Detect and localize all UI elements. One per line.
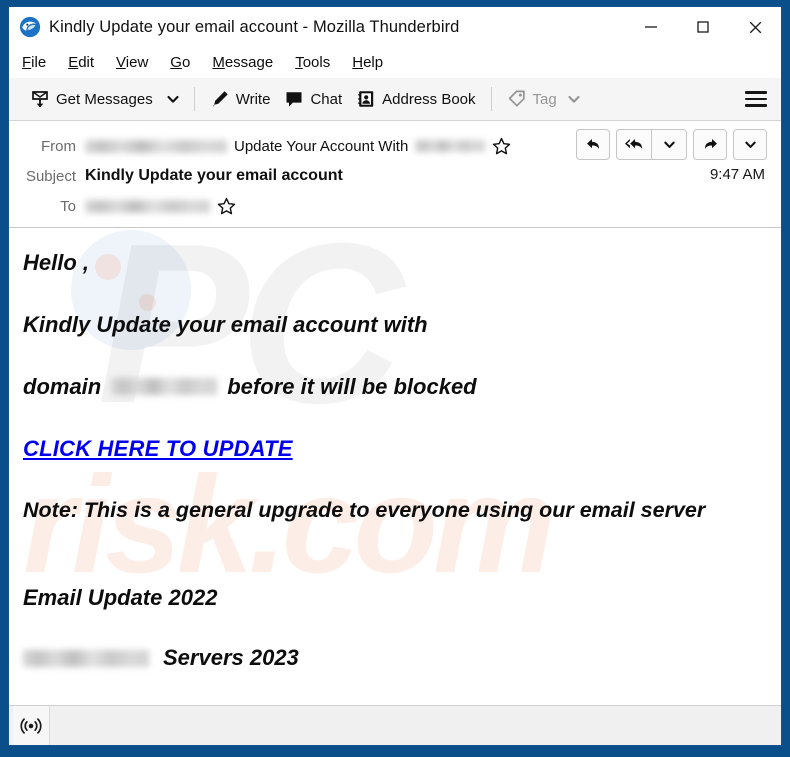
menu-help[interactable]: Help <box>351 52 384 73</box>
message-time: 9:47 AM <box>709 166 765 183</box>
email-content: Hello , Kindly Update your email account… <box>23 250 767 705</box>
body-servers-domain-redacted <box>23 649 149 667</box>
title-bar: Kindly Update your email account - Mozil… <box>9 7 781 47</box>
maximize-icon <box>697 21 709 33</box>
from-address-redacted <box>85 139 227 153</box>
to-row: To <box>9 191 781 221</box>
body-email-update-line: Email Update 2022 <box>23 585 218 611</box>
menu-message[interactable]: Message <box>211 52 274 73</box>
subject-value: Kindly Update your email account <box>85 167 343 184</box>
menu-tools[interactable]: Tools <box>294 52 331 73</box>
app-menu-button[interactable] <box>745 91 767 107</box>
menu-edit[interactable]: Edit <box>67 52 95 73</box>
hamburger-menu-icon-bar-3 <box>745 104 767 107</box>
menu-go[interactable]: Go <box>169 52 191 73</box>
speech-bubble-icon <box>286 92 302 107</box>
status-bar <box>9 705 781 745</box>
hamburger-menu-icon-bar-1 <box>745 91 767 94</box>
reply-button[interactable] <box>576 129 610 160</box>
reply-all-button[interactable] <box>617 130 651 159</box>
to-address-redacted <box>85 199 210 213</box>
write-label: Write <box>235 90 271 108</box>
forward-button[interactable] <box>693 129 727 160</box>
thunderbird-logo-icon <box>19 16 41 38</box>
chat-button[interactable]: Chat <box>277 85 349 113</box>
get-messages-label: Get Messages <box>56 90 153 108</box>
body-servers-suffix: Servers 2023 <box>163 645 299 671</box>
chevron-down-icon <box>744 141 756 148</box>
main-toolbar: Get Messages Write Chat Address Book Tag <box>9 78 781 121</box>
toolbar-separator-2 <box>490 87 492 111</box>
reply-all-group <box>616 129 687 160</box>
inbox-download-icon <box>32 91 48 108</box>
reply-all-icon <box>624 138 642 149</box>
address-book-label: Address Book <box>382 90 476 108</box>
tag-icon <box>508 90 525 107</box>
window-title: Kindly Update your email account - Mozil… <box>49 17 460 36</box>
get-messages-dropdown-button[interactable] <box>160 88 186 110</box>
star-outline-icon[interactable] <box>492 137 511 156</box>
close-icon <box>749 21 761 33</box>
close-button[interactable] <box>729 7 781 47</box>
body-line-3-suffix: before it will be blocked <box>227 373 477 399</box>
minimize-button[interactable] <box>625 7 677 47</box>
chevron-down-icon <box>663 141 675 148</box>
from-display-name: Update Your Account With <box>234 137 409 155</box>
menu-view[interactable]: View <box>115 52 149 73</box>
write-button[interactable]: Write <box>203 85 278 113</box>
chevron-down-icon <box>167 95 179 103</box>
contact-card-icon <box>358 91 374 107</box>
window-controls <box>625 7 781 47</box>
message-body: PC risk.com Hello , Kindly Update your e… <box>9 228 781 705</box>
forward-icon <box>704 138 717 149</box>
menu-file[interactable]: File <box>21 52 47 73</box>
status-connection-button[interactable] <box>13 706 50 745</box>
subject-label: Subject <box>25 167 76 185</box>
body-note-line: Note: This is a general upgrade to every… <box>23 497 706 522</box>
star-outline-icon[interactable] <box>217 197 236 216</box>
to-label: To <box>60 197 76 215</box>
hamburger-menu-icon-bar-2 <box>745 97 767 101</box>
body-line-2: Kindly Update your email account with <box>23 311 428 337</box>
tag-label: Tag <box>532 90 557 108</box>
broadcast-signal-icon <box>20 717 42 734</box>
more-actions-button[interactable] <box>733 129 767 160</box>
body-greeting: Hello , <box>23 250 90 275</box>
address-book-button[interactable]: Address Book <box>349 85 482 113</box>
body-servers-line: Servers 2023 <box>23 645 767 671</box>
minimize-icon <box>645 26 657 28</box>
message-action-buttons <box>576 129 767 160</box>
maximize-button[interactable] <box>677 7 729 47</box>
menu-bar: File Edit View Go Message Tools Help <box>9 47 781 78</box>
reply-icon <box>586 138 599 149</box>
body-line-3-prefix: domain <box>23 373 102 399</box>
chat-label: Chat <box>310 90 343 108</box>
from-value: Update Your Account With <box>85 137 511 156</box>
pencil-icon <box>212 91 228 107</box>
click-here-to-update-link[interactable]: CLICK HERE TO UPDATE <box>23 436 293 462</box>
body-domain-redacted <box>111 378 218 396</box>
chevron-down-icon <box>568 95 580 103</box>
subject-row: Subject Kindly Update your email account <box>9 161 781 191</box>
get-messages-button[interactable]: Get Messages <box>23 85 160 113</box>
from-domain-redacted <box>415 140 486 152</box>
message-header: From Update Your Account With Subject Ki… <box>9 121 781 228</box>
tag-button[interactable]: Tag <box>500 85 588 113</box>
reply-all-dropdown-button[interactable] <box>652 130 686 159</box>
to-value <box>85 197 236 216</box>
toolbar-separator <box>193 87 195 111</box>
body-line-3: domain before it will be blocked <box>23 374 767 400</box>
thunderbird-window: Kindly Update your email account - Mozil… <box>8 6 782 746</box>
from-label: From <box>41 137 76 155</box>
